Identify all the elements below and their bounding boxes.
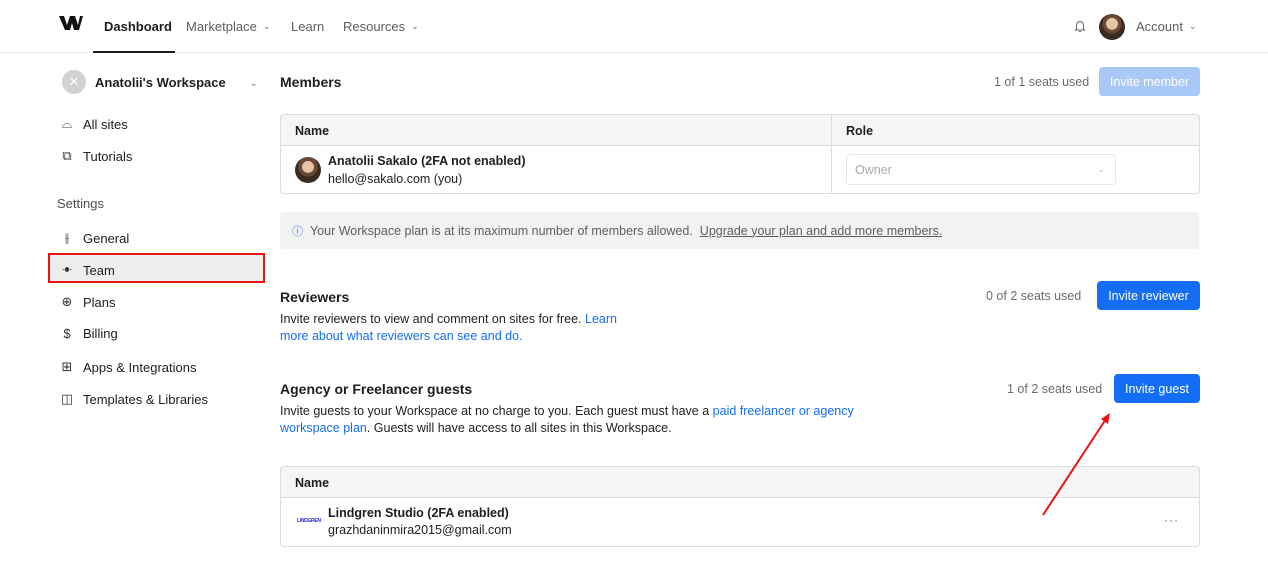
reviewers-learn-link[interactable]: Learn (585, 312, 617, 326)
workspace-switcher[interactable]: ✕ Anatolii's Workspace (62, 70, 226, 94)
reviewers-title: Reviewers (280, 289, 350, 305)
nav-resources[interactable]: Resources ⌄ (343, 19, 419, 34)
annotation-arrow-icon (1042, 413, 1110, 516)
role-select[interactable]: Owner ⌄ (846, 154, 1116, 185)
sidebar-item-general[interactable]: ⫲ General (60, 230, 129, 246)
nav-dashboard-label: Dashboard (104, 19, 172, 34)
nav-active-indicator (93, 51, 175, 53)
member-name: Anatolii Sakalo (2FA not enabled) (328, 154, 526, 168)
avatar (295, 157, 321, 183)
sidebar-item-templates-libraries[interactable]: ◫ Templates & Libraries (60, 391, 208, 407)
workspace-icon: ✕ (62, 70, 86, 94)
info-icon: ⓘ (292, 225, 303, 238)
webflow-logo-icon[interactable] (59, 16, 83, 30)
chevron-down-icon: ⌄ (262, 21, 271, 31)
lindgren-logo: LINDGREN (297, 518, 321, 524)
col-name-header: Name (295, 476, 330, 490)
bell-icon[interactable] (1073, 19, 1087, 33)
guests-desc-tail: . Guests will have access to all sites i… (366, 421, 672, 435)
sidebar-item-tutorials[interactable]: ⧉ Tutorials (60, 148, 132, 164)
nav-marketplace[interactable]: Marketplace ⌄ (186, 19, 270, 34)
sidebar-item-all-sites[interactable]: ⌓ All sites (60, 116, 128, 132)
chevron-down-icon: ⌄ (1188, 21, 1197, 31)
members-table: Name Role Anatolii Sakalo (2FA not enabl… (280, 114, 1200, 194)
dollar-icon: $ (63, 326, 71, 341)
sidebar-item-label: Templates & Libraries (83, 391, 208, 407)
workspace-name: Anatolii's Workspace (95, 74, 226, 90)
account-label: Account (1136, 19, 1183, 34)
guests-description: Invite guests to your Workspace at no ch… (280, 403, 880, 437)
avatar[interactable] (1099, 14, 1125, 40)
col-name-header: Name (295, 124, 330, 138)
sidebar-item-billing[interactable]: $ Billing (60, 326, 118, 341)
sidebar-item-label: General (83, 230, 130, 246)
plan-limit-notice: ⓘ Your Workspace plan is at its maximum … (280, 212, 1199, 249)
reviewers-learn-more-link[interactable]: more about what reviewers can see and do… (280, 329, 523, 343)
sliders-icon: ⫲ (64, 230, 70, 245)
sidebar-item-label: Plans (83, 294, 116, 310)
nav-learn[interactable]: Learn (291, 19, 324, 34)
invite-reviewer-button[interactable]: Invite reviewer (1097, 281, 1200, 310)
member-email: hello@sakalo.com (you) (328, 172, 463, 186)
sidebar-item-label: Team (83, 262, 115, 278)
members-seats: 1 of 1 seats used (994, 75, 1090, 89)
top-nav: Dashboard Marketplace ⌄ Learn Resources … (0, 0, 1268, 53)
upgrade-plan-link[interactable]: Upgrade your plan and add more members. (700, 224, 943, 238)
col-role-header: Role (846, 124, 874, 138)
chevron-down-icon: ⌄ (411, 21, 419, 31)
sidebar-item-label: Billing (83, 326, 118, 341)
sidebar-item-label: Tutorials (83, 148, 133, 164)
role-select-value: Owner (855, 162, 892, 177)
tutorials-icon: ⧉ (62, 148, 72, 163)
sidebar-item-team[interactable]: ꔹ Team (60, 262, 115, 278)
apps-icon: ⊞ (61, 359, 73, 374)
sidebar-item-label: All sites (83, 116, 128, 132)
plans-icon: ⊕ (61, 294, 73, 309)
guests-desc-text: Invite guests to your Workspace at no ch… (280, 404, 710, 418)
reviewers-seats: 0 of 2 seats used (986, 289, 1082, 303)
invite-guest-button[interactable]: Invite guest (1114, 374, 1200, 403)
reviewers-desc-text: Invite reviewers to view and comment on … (280, 312, 582, 326)
chevron-down-icon: ⌄ (1097, 164, 1105, 174)
table-header: Name Role (281, 115, 1199, 146)
guests-title: Agency or Freelancer guests (280, 381, 473, 397)
guests-seats: 1 of 2 seats used (1007, 382, 1103, 396)
guest-email: grazhdaninmira2015@gmail.com (328, 523, 512, 537)
chevron-down-icon[interactable]: ⌄ (250, 78, 258, 89)
members-title: Members (280, 74, 342, 90)
freelancer-plan-link[interactable]: paid freelancer or agency (713, 404, 854, 418)
account-menu[interactable]: Account ⌄ (1136, 19, 1197, 34)
notice-text: Your Workspace plan is at its maximum nu… (310, 223, 693, 238)
workspace-plan-link[interactable]: workspace plan (280, 421, 367, 435)
more-options-icon[interactable]: ··· (1164, 513, 1179, 527)
nav-learn-label: Learn (291, 19, 325, 34)
nav-dashboard[interactable]: Dashboard (104, 19, 172, 34)
all-sites-icon: ⌓ (61, 116, 73, 131)
reviewers-description: Invite reviewers to view and comment on … (280, 311, 640, 345)
sidebar-item-apps-integrations[interactable]: ⊞ Apps & Integrations (60, 359, 197, 375)
nav-marketplace-label: Marketplace (186, 19, 257, 34)
sidebar-item-plans[interactable]: ⊕ Plans (60, 294, 116, 310)
settings-heading: Settings (57, 196, 104, 211)
sidebar-item-label: Apps & Integrations (83, 359, 197, 375)
templates-icon: ◫ (60, 391, 74, 406)
column-divider (831, 115, 832, 193)
team-icon: ꔹ (61, 262, 73, 277)
invite-member-button[interactable]: Invite member (1099, 67, 1200, 96)
guest-name: Lindgren Studio (2FA enabled) (328, 506, 509, 520)
nav-resources-label: Resources (343, 19, 406, 34)
